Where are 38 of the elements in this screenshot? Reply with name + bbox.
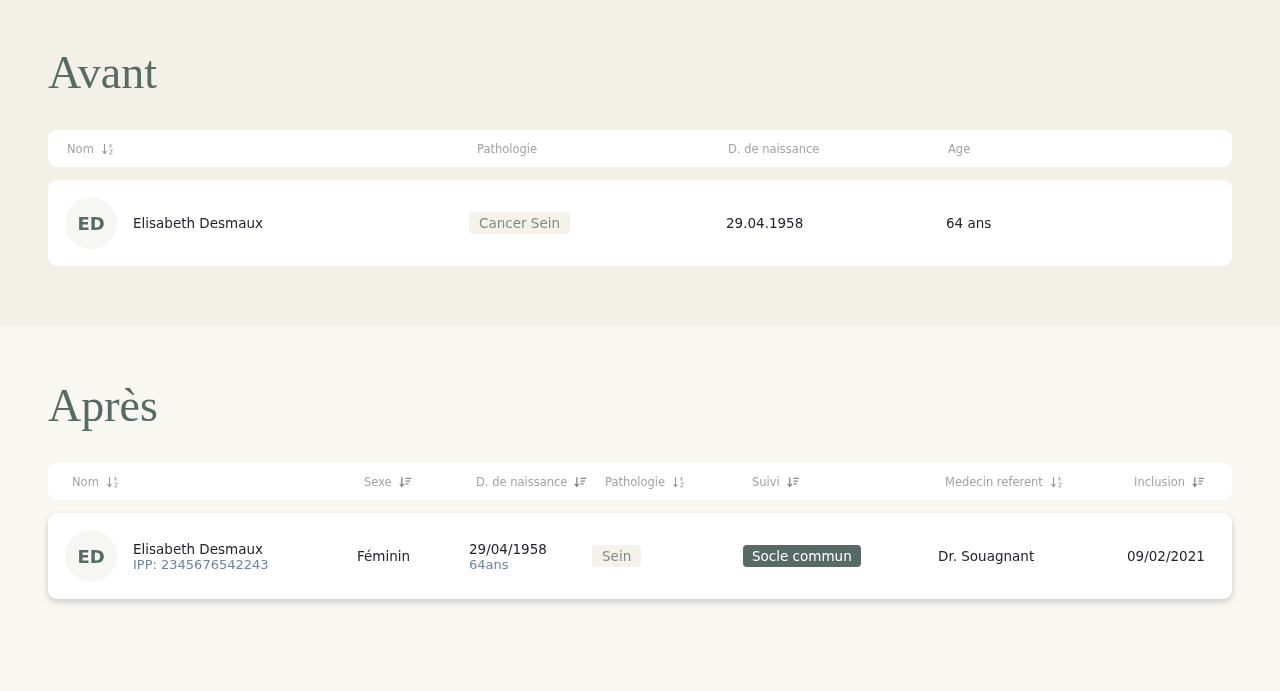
age-text: 64ans xyxy=(469,556,510,572)
column-header[interactable]: D. de naissance xyxy=(476,474,568,489)
pathology-tag: Cancer Sein xyxy=(469,212,570,234)
column-header[interactable]: Suivi xyxy=(752,474,780,489)
sort-icon[interactable] xyxy=(1192,475,1205,488)
sort-icon[interactable] xyxy=(105,475,119,488)
sort-icon[interactable] xyxy=(1049,475,1063,488)
table-row[interactable]: ED Elisabeth Desmaux Cancer Sein 29.04.1958 64 ans xyxy=(48,180,1232,266)
column-header[interactable]: D. de naissance xyxy=(728,141,820,156)
column-header[interactable]: Pathologie xyxy=(605,474,666,489)
sort-icon[interactable] xyxy=(786,475,800,488)
table-cell: 29/04/1958 xyxy=(469,540,547,557)
column-header[interactable]: Medecin referent xyxy=(945,474,1043,489)
column-header[interactable]: Inclusion xyxy=(1134,474,1185,489)
patient-id: IPP: 2345676542243 xyxy=(133,556,269,572)
column-header[interactable]: Sexe xyxy=(364,474,392,489)
table-cell: 64 ans xyxy=(946,215,992,231)
sort-icon[interactable] xyxy=(574,475,588,488)
column-header[interactable]: Pathologie xyxy=(477,141,538,156)
patient-name: Elisabeth Desmaux xyxy=(133,540,265,557)
sort-icon[interactable] xyxy=(672,475,686,488)
sort-icon[interactable] xyxy=(100,142,114,155)
avatar: ED xyxy=(65,530,117,582)
table-row[interactable]: ED Elisabeth Desmaux IPP: 2345676542243 Féminin 29/04/1958 64ans Sein Socle commun Dr. Souagnant 09/02/2021 xyxy=(48,513,1232,599)
table-cell: 09/02/2021 xyxy=(1127,548,1205,564)
column-header[interactable]: Nom xyxy=(67,141,94,156)
patient-name: Elisabeth Desmaux xyxy=(133,215,264,231)
status-badge: Socle commun xyxy=(743,545,861,567)
table-cell: 29.04.1958 xyxy=(726,215,804,231)
sort-icon[interactable] xyxy=(398,475,412,488)
section-title: Après xyxy=(48,379,159,433)
pathology-tag: Sein xyxy=(592,545,642,567)
column-header[interactable]: Nom xyxy=(72,474,99,489)
column-header[interactable]: Age xyxy=(948,141,971,156)
table-cell: Féminin xyxy=(357,548,411,564)
section-title: Avant xyxy=(48,46,158,100)
avatar: ED xyxy=(65,197,117,249)
table-cell: Dr. Souagnant xyxy=(938,548,1035,564)
